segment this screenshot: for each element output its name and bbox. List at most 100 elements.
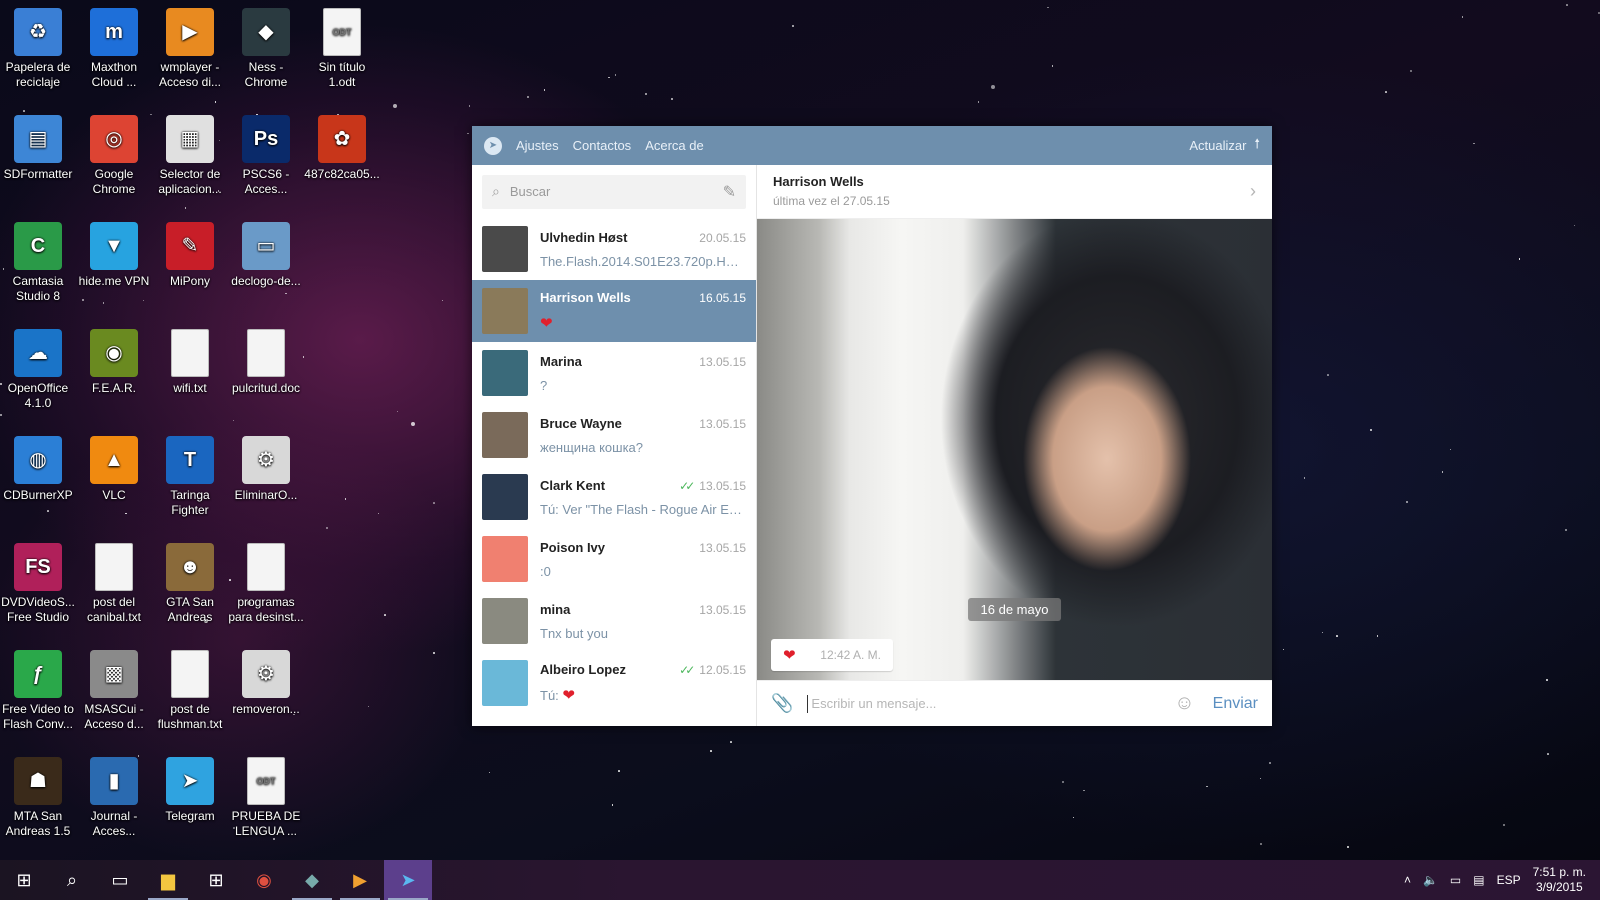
desktop-icon-label: removeron...	[232, 702, 300, 716]
language-indicator[interactable]: ESP	[1497, 873, 1521, 887]
chat-list-item[interactable]: Clark Kent ✓✓ 13.05.15 Tú: Ver "The Flas…	[472, 466, 756, 528]
desktop-icon-label: post de flushman.txt	[157, 702, 223, 731]
desktop-icon[interactable]: ▦ Selector de aplicacion...	[152, 115, 228, 197]
update-button[interactable]: Actualizar 🠕	[1189, 135, 1260, 157]
desktop-icon[interactable]: ✿ 487c82ca05...	[304, 115, 380, 182]
paperclip-icon[interactable]: 📎	[771, 693, 793, 714]
desktop-icon[interactable]: ☻ GTA San Andreas	[152, 543, 228, 625]
star	[1072, 816, 1075, 819]
desktop-icon[interactable]: ▲ VLC	[76, 436, 152, 503]
app-icon: ◍	[14, 436, 62, 484]
ness-icon[interactable]: ◆	[288, 860, 336, 900]
star	[410, 422, 415, 427]
star	[125, 512, 127, 515]
chat-list-item[interactable]: Bruce Wayne 13.05.15 женщина кошка?	[472, 404, 756, 466]
desktop-icon-label: post del canibal.txt	[86, 595, 142, 624]
send-button[interactable]: Enviar	[1213, 695, 1258, 713]
desktop-icon[interactable]: ☗ MTA San Andreas 1.5	[0, 757, 76, 839]
desktop-icon[interactable]: ▼ hide.me VPN	[76, 222, 152, 289]
star	[991, 84, 996, 89]
search-input[interactable]: ⌕ Buscar ✎	[482, 174, 746, 209]
desktop-icon[interactable]: FS DVDVideoS... Free Studio	[0, 543, 76, 625]
app-icon	[247, 329, 285, 377]
desktop-icon[interactable]: C Camtasia Studio 8	[0, 222, 76, 304]
star	[1409, 70, 1412, 73]
star	[0, 414, 3, 417]
desktop-icon[interactable]: pulcritud.doc	[228, 329, 304, 396]
media-player-icon[interactable]: ▶	[336, 860, 384, 900]
clock[interactable]: 7:51 p. m. 3/9/2015	[1533, 865, 1586, 895]
chevron-right-icon[interactable]: ›	[1250, 181, 1256, 202]
desktop-icon-label: SDFormatter	[3, 167, 73, 181]
desktop-icon[interactable]: ☁ OpenOffice 4.1.0	[0, 329, 76, 411]
task-view-icon[interactable]: ▭	[96, 860, 144, 900]
desktop-icon[interactable]: ⚙ removeron...	[228, 650, 304, 717]
chat-list-item[interactable]: Albeiro Lopez ✓✓ 12.05.15 Tú: ❤	[472, 652, 756, 714]
star	[285, 292, 287, 295]
desktop-icon-label: MTA San Andreas 1.5	[5, 809, 71, 838]
chat-preview-text: Tú: Ver "The Flash - Rogue Air Ext...	[540, 501, 746, 517]
chat-list-item[interactable]: Ulvhedin Høst 20.05.15 The.Flash.2014.S0…	[472, 218, 756, 280]
chat-date: 13.05.15	[699, 478, 746, 493]
desktop-icon[interactable]: ➤ Telegram	[152, 757, 228, 824]
star	[392, 103, 397, 108]
desktop-icon[interactable]: ▤ SDFormatter	[0, 115, 76, 182]
chat-list-item[interactable]: Harrison Wells 16.05.15 ❤	[472, 280, 756, 342]
menu-contacts[interactable]: Contactos	[573, 138, 632, 153]
desktop-icon[interactable]: ▮ Journal - Acces...	[76, 757, 152, 839]
chat-date-wrap: 20.05.15	[699, 231, 746, 245]
file-explorer-icon[interactable]: ▆	[144, 860, 192, 900]
desktop-icon[interactable]: ♻ Papelera de reciclaje	[0, 8, 76, 90]
desktop-icon[interactable]: programas para desinst...	[228, 543, 304, 625]
desktop-icon[interactable]: ◎ Google Chrome	[76, 115, 152, 197]
chat-list-item[interactable]: Poison Ivy 13.05.15 :0	[472, 528, 756, 590]
desktop-icon[interactable]: m Maxthon Cloud ...	[76, 8, 152, 90]
desktop-icon[interactable]: post de flushman.txt	[152, 650, 228, 732]
desktop-icon-label: MiPony	[169, 274, 210, 288]
desktop-icon[interactable]: ◉ F.E.A.R.	[76, 329, 152, 396]
clock-time: 7:51 p. m.	[1532, 865, 1586, 879]
desktop-icon[interactable]: wifi.txt	[152, 329, 228, 396]
desktop-icon[interactable]: ▭ declogo-de...	[228, 222, 304, 289]
star	[1346, 845, 1349, 848]
desktop-icon[interactable]: ◍ CDBurnerXP	[0, 436, 76, 503]
compose-icon[interactable]: ✎	[723, 182, 736, 202]
desktop-icon[interactable]: ODT Sin título 1.odt	[304, 8, 380, 90]
conversation-header[interactable]: Harrison Wells última vez el 27.05.15 ›	[757, 165, 1272, 219]
app-icon: ▶	[166, 8, 214, 56]
message-input[interactable]	[807, 694, 1165, 713]
avatar	[482, 350, 528, 396]
desktop-icon[interactable]: ▶ wmplayer - Acceso di...	[152, 8, 228, 90]
volume-icon[interactable]: 🔈	[1423, 873, 1438, 887]
chevron-up-icon[interactable]: ˄	[1404, 873, 1411, 887]
chat-date: 12.05.15	[699, 663, 746, 677]
network-icon[interactable]: ▭	[1450, 873, 1461, 887]
desktop-icon[interactable]: post del canibal.txt	[76, 543, 152, 625]
chrome-icon[interactable]: ◉	[240, 860, 288, 900]
menu-about[interactable]: Acerca de	[645, 138, 704, 153]
star	[1047, 6, 1049, 9]
desktop-icon[interactable]: ▩ MSASCui - Acceso d...	[76, 650, 152, 732]
message-bubble[interactable]: ❤ 12:42 A. M.	[771, 639, 893, 671]
search-icon[interactable]: ⌕	[48, 860, 96, 900]
chat-date-wrap: 16.05.15	[699, 291, 746, 305]
chat-list-item[interactable]: Marina 13.05.15 ?	[472, 342, 756, 404]
store-icon[interactable]: ⊞	[192, 860, 240, 900]
telegram-icon[interactable]: ➤	[384, 860, 432, 900]
desktop-icon[interactable]: ✎ MiPony	[152, 222, 228, 289]
desktop-icon[interactable]: ◆ Ness - Chrome	[228, 8, 304, 90]
chat-list-item[interactable]: mina 13.05.15 Tnx but you	[472, 590, 756, 652]
star	[977, 101, 980, 103]
action-center-icon[interactable]: ▤	[1473, 873, 1484, 887]
desktop-icon[interactable]: ODT PRUEBA DE LENGUA ...	[228, 757, 304, 839]
star	[645, 92, 648, 95]
desktop-icon[interactable]: ⚙ EliminarO...	[228, 436, 304, 503]
desktop-icon[interactable]: T Taringa Fighter	[152, 436, 228, 518]
heart-icon: ❤	[783, 647, 796, 664]
start-icon[interactable]: ⊞	[0, 860, 48, 900]
emoji-icon[interactable]: ☺	[1174, 692, 1194, 715]
desktop-icon[interactable]: ƒ Free Video to Flash Conv...	[0, 650, 76, 732]
star	[433, 502, 435, 504]
menu-settings[interactable]: Ajustes	[516, 138, 559, 153]
desktop-icon[interactable]: Ps PSCS6 - Acces...	[228, 115, 304, 197]
